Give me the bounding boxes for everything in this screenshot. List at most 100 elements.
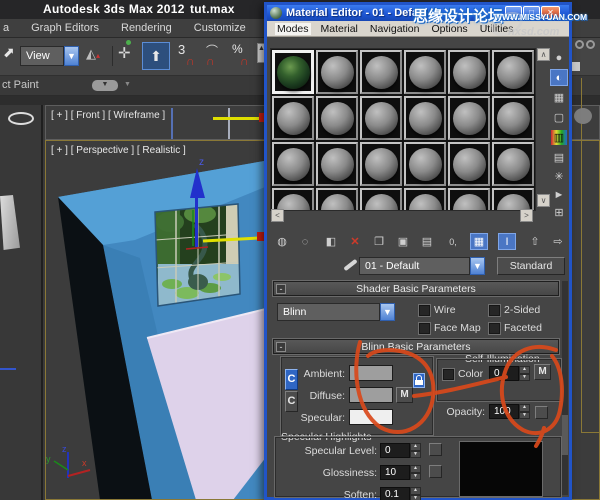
left-viewport-strip[interactable] xyxy=(0,105,43,500)
make-preview-icon[interactable]: ▤ xyxy=(550,149,568,166)
chevron-down-icon[interactable]: ▼ xyxy=(380,303,395,321)
opacity-map-button[interactable] xyxy=(535,406,548,419)
go-forward-to-sibling-icon[interactable]: ⇨ xyxy=(549,233,567,250)
editor-menu-material[interactable]: Material xyxy=(319,23,360,35)
ribbon-tab-object-paint[interactable]: ct Paint xyxy=(2,79,39,91)
chevron-down-icon[interactable]: ▼ xyxy=(64,46,79,66)
make-unique-icon[interactable]: ▣ xyxy=(394,233,412,250)
material-editor-window[interactable]: Material Editor - 01 - Defaul ▁ □ ✕ Mode… xyxy=(264,2,572,500)
material-slot-6[interactable] xyxy=(492,50,534,94)
material-slot-20[interactable] xyxy=(316,188,358,211)
put-material-to-scene-icon[interactable]: ◌ xyxy=(296,233,314,250)
spinner-down-icon[interactable]: ▼ xyxy=(519,374,530,382)
face-map-checkbox[interactable] xyxy=(419,323,430,334)
viewport-front-label[interactable]: [ + ] [ Front ] [ Wireframe ] xyxy=(51,110,165,121)
go-to-parent-icon[interactable]: ⇧ xyxy=(526,233,544,250)
opacity-spinner[interactable]: 100 ▲▼ xyxy=(489,404,530,419)
select-and-move-icon[interactable]: ✛ xyxy=(118,44,131,62)
app-menu-customize[interactable]: Customize xyxy=(194,22,246,34)
options-icon[interactable]: ✳ xyxy=(550,168,568,185)
reference-coordsys-dropdown[interactable]: View xyxy=(20,46,64,66)
diffuse-color-swatch[interactable] xyxy=(349,387,393,403)
palette-scroll-up[interactable]: ∧ xyxy=(537,48,550,61)
self-illumination-color-checkbox[interactable] xyxy=(443,369,454,380)
2-sided-checkbox[interactable] xyxy=(489,305,500,316)
make-material-copy-icon[interactable]: ❐ xyxy=(370,233,388,250)
specular-level-map-button[interactable] xyxy=(429,443,442,456)
self-illumination-spinner[interactable]: 0 ▲▼ xyxy=(489,366,530,381)
diffuse-specular-lock-button[interactable]: C xyxy=(285,391,298,412)
partial-tool-icon[interactable]: ⬈ xyxy=(3,44,15,61)
soften-spinner[interactable]: 0.1 ▲▼ xyxy=(380,487,421,500)
faceted-checkbox[interactable] xyxy=(489,323,500,334)
material-slot-21[interactable] xyxy=(360,188,402,211)
material-slot-15[interactable] xyxy=(360,142,402,186)
self-illumination-map-button[interactable]: M xyxy=(534,364,551,380)
show-end-result-icon[interactable]: I xyxy=(498,233,516,250)
shader-type-dropdown[interactable]: Blinn xyxy=(277,303,380,321)
editor-menu-modes[interactable]: Modes xyxy=(275,23,311,35)
app-menu-rendering[interactable]: Rendering xyxy=(121,22,172,34)
specular-level-spinner[interactable]: 0 ▲▼ xyxy=(380,443,421,458)
spinner-up-icon[interactable]: ▲ xyxy=(410,443,421,451)
material-slot-2[interactable] xyxy=(316,50,358,94)
sample-type-sphere-icon[interactable]: ● xyxy=(550,49,568,66)
spinner-up-icon[interactable]: ▲ xyxy=(519,366,530,374)
rollout-shader-basic-parameters[interactable]: - Shader Basic Parameters xyxy=(273,281,559,296)
show-shaded-material-in-viewport-icon[interactable]: ▦ xyxy=(470,233,488,250)
material-map-navigator-icon[interactable]: ⊞ xyxy=(550,204,568,221)
use-pivot-point-center-button[interactable]: ⬆ xyxy=(142,42,170,70)
wire-checkbox[interactable] xyxy=(419,305,430,316)
glossiness-map-button[interactable] xyxy=(429,465,442,478)
material-slot-11[interactable] xyxy=(448,96,490,140)
material-name-dropdown[interactable]: 01 - Default xyxy=(359,257,470,275)
material-slot-23[interactable] xyxy=(448,188,490,211)
material-slot-12[interactable] xyxy=(492,96,534,140)
app-menu-graph-editors[interactable]: Graph Editors xyxy=(31,22,99,34)
collapse-icon[interactable]: - xyxy=(276,342,286,352)
scrollbar-thumb[interactable] xyxy=(562,415,568,455)
material-slot-19[interactable] xyxy=(272,188,314,211)
backlight-icon[interactable]: ◐ xyxy=(550,69,568,86)
palette-scroll-left[interactable]: < xyxy=(271,209,284,222)
lock-icon[interactable] xyxy=(413,373,425,388)
material-slot-13[interactable] xyxy=(272,142,314,186)
palette-scroll-down[interactable]: ∨ xyxy=(537,194,550,207)
snap-toggle-3-icon[interactable]: 3 xyxy=(178,42,185,57)
rollout-scrollbar[interactable] xyxy=(562,281,568,495)
material-slot-16[interactable] xyxy=(404,142,446,186)
material-slot-22[interactable] xyxy=(404,188,446,211)
spinner-up-icon[interactable]: ▲ xyxy=(519,404,530,412)
ambient-diffuse-lock-button[interactable]: C xyxy=(285,369,298,390)
material-slot-1[interactable] xyxy=(272,50,314,94)
background-icon[interactable]: ▦ xyxy=(550,89,568,106)
pick-material-eyedropper-icon[interactable] xyxy=(343,259,357,271)
get-material-icon[interactable]: ◍ xyxy=(273,233,291,250)
material-slot-8[interactable] xyxy=(316,96,358,140)
material-id-channel-icon[interactable]: 0, xyxy=(444,233,462,250)
select-by-material-icon[interactable]: ► xyxy=(550,186,568,203)
rollout-blinn-basic-parameters[interactable]: - Blinn Basic Parameters xyxy=(273,339,559,354)
palette-scroll-right[interactable]: > xyxy=(520,209,533,222)
spinner-down-icon[interactable]: ▼ xyxy=(410,473,421,481)
spinner-down-icon[interactable]: ▼ xyxy=(410,495,421,500)
viewport-perspective-label[interactable]: [ + ] [ Perspective ] [ Realistic ] xyxy=(51,145,186,156)
sample-uv-tiling-icon[interactable]: ▢ xyxy=(550,109,568,126)
chevron-down-icon[interactable]: ▼ xyxy=(470,257,485,275)
material-type-button[interactable]: Standard xyxy=(497,257,565,275)
material-slot-10[interactable] xyxy=(404,96,446,140)
ribbon-pill-icon[interactable]: ▼ xyxy=(92,80,118,91)
material-slot-4[interactable] xyxy=(404,50,446,94)
diffuse-map-button[interactable]: M xyxy=(396,387,413,403)
material-slot-7[interactable] xyxy=(272,96,314,140)
chevron-down-icon[interactable]: ▼ xyxy=(124,81,131,88)
spinner-up-icon[interactable]: ▲ xyxy=(410,487,421,495)
glossiness-spinner[interactable]: 10 ▲▼ xyxy=(380,465,421,480)
material-slot-24[interactable] xyxy=(492,188,534,211)
video-color-check-icon[interactable]: ▥ xyxy=(550,129,568,146)
material-slot-5[interactable] xyxy=(448,50,490,94)
mirror-icon[interactable]: ◭▴ xyxy=(86,46,100,62)
spinner-up-icon[interactable]: ▲ xyxy=(410,465,421,473)
put-to-library-icon[interactable]: ▤ xyxy=(418,233,436,250)
select-by-name-icon[interactable] xyxy=(575,40,584,49)
